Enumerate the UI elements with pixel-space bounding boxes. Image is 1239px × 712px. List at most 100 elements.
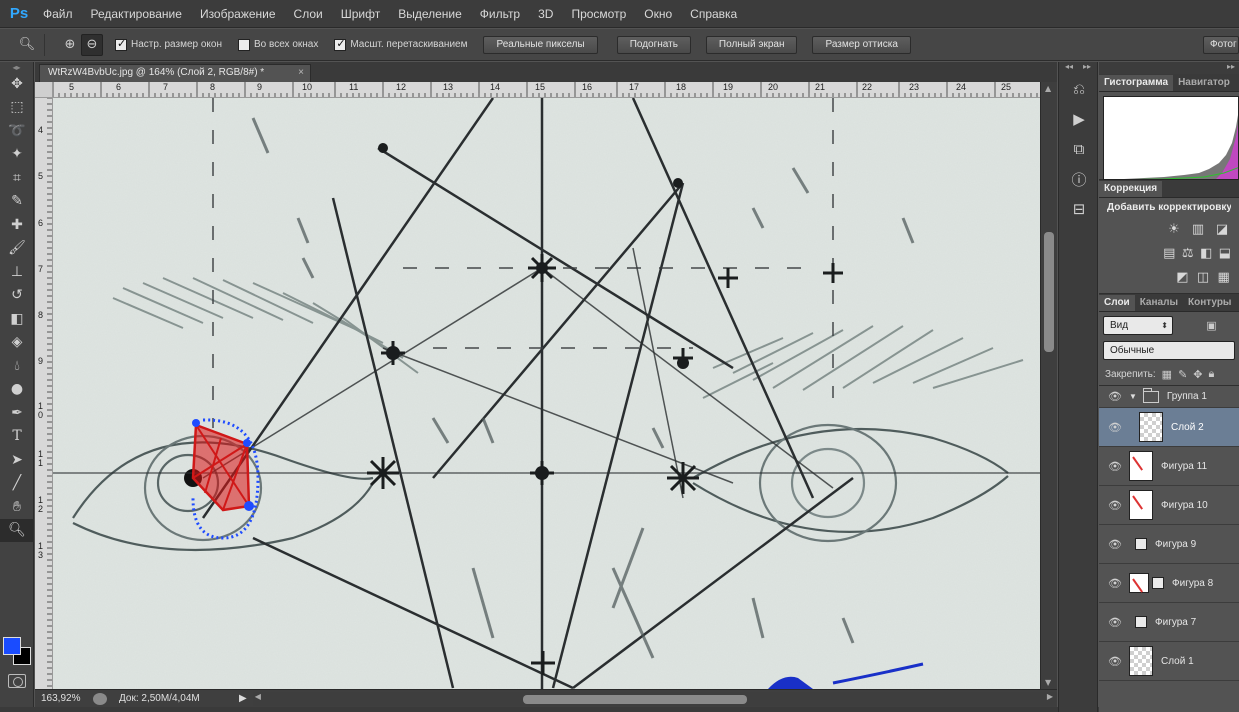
layer-row[interactable]: 👁︎ ▼ Группа 1 xyxy=(1099,386,1239,408)
menu-file[interactable]: Файл xyxy=(34,0,82,28)
history-panel-icon[interactable]: ⎌ xyxy=(1059,74,1099,104)
zoom-tool-preset-icon[interactable]: 🔍︎ xyxy=(16,34,38,56)
eye-icon[interactable]: 👁︎ xyxy=(1105,577,1125,590)
tab-layers[interactable]: Слои xyxy=(1099,295,1135,311)
chevron-down-icon[interactable]: ▼ xyxy=(1129,392,1137,401)
eye-icon[interactable]: 👁︎ xyxy=(1105,655,1125,668)
scroll-right-icon[interactable]: ▶ xyxy=(1047,692,1053,701)
scroll-down-icon[interactable]: ▼ xyxy=(1045,678,1051,687)
layer-row[interactable]: 👁︎ Фигура 10 xyxy=(1099,486,1239,525)
quick-mask-icon[interactable] xyxy=(8,674,26,688)
history-brush-tool-icon[interactable]: ↺ xyxy=(0,284,34,308)
type-tool-icon[interactable]: T xyxy=(0,425,34,449)
lock-position-icon[interactable]: ✥ xyxy=(1193,368,1202,381)
vertical-scroll-thumb[interactable] xyxy=(1044,232,1054,352)
vertical-ruler[interactable]: 4 5 6 7 8 9 10 11 12 13 xyxy=(35,98,53,689)
resize-windows-checkbox[interactable]: Настр. размер окон xyxy=(115,37,222,51)
photo-filter-icon[interactable]: ⬓ xyxy=(1219,245,1232,261)
all-windows-checkbox[interactable]: Во всех окнах xyxy=(238,38,318,51)
dodge-tool-icon[interactable]: ● xyxy=(0,378,34,402)
actual-pixels-button[interactable]: Реальные пикселы xyxy=(483,35,598,54)
line-tool-icon[interactable]: ╱ xyxy=(0,472,34,496)
panel-grip-icon[interactable]: ◂▸ xyxy=(0,62,33,72)
menu-help[interactable]: Справка xyxy=(681,0,746,28)
panels-collapse-icon[interactable]: ▸▸ xyxy=(1099,62,1239,74)
lock-all-icon[interactable]: 🔒︎ xyxy=(1209,368,1215,381)
zoom-out-icon[interactable]: ⊖ xyxy=(81,33,103,56)
paint-bucket-tool-icon[interactable]: ◈ xyxy=(0,331,34,355)
lock-pixels-icon[interactable]: ✎ xyxy=(1178,368,1187,381)
menu-window[interactable]: Окно xyxy=(635,0,681,28)
tool-presets-panel-icon[interactable]: ⊟ xyxy=(1059,194,1099,224)
eraser-tool-icon[interactable]: ◧ xyxy=(0,307,34,331)
fill-screen-button[interactable]: Полный экран xyxy=(705,35,798,54)
eye-icon[interactable]: 👁︎ xyxy=(1105,538,1125,551)
eye-icon[interactable]: 👁︎ xyxy=(1105,460,1125,473)
menu-edit[interactable]: Редактирование xyxy=(82,0,191,28)
brightness-contrast-icon[interactable]: ☀ xyxy=(1165,221,1183,237)
vertical-scrollbar[interactable]: ▲ ▼ xyxy=(1040,82,1057,689)
invert-icon[interactable]: ◩ xyxy=(1175,269,1190,285)
crop-tool-icon[interactable]: ⌗ xyxy=(0,166,34,190)
healing-brush-tool-icon[interactable]: ✚ xyxy=(0,213,34,237)
eyedropper-tool-icon[interactable]: ✎ xyxy=(0,190,34,214)
tab-histogram[interactable]: Гистограмма xyxy=(1099,75,1174,91)
ruler-origin[interactable] xyxy=(35,82,53,98)
status-info-icon[interactable] xyxy=(93,692,107,705)
posterize-icon[interactable]: ◫ xyxy=(1196,269,1211,285)
tab-navigator[interactable]: Навигатор xyxy=(1173,75,1235,91)
lock-transparency-icon[interactable]: ▦ xyxy=(1162,368,1172,381)
eye-icon[interactable]: 👁︎ xyxy=(1105,499,1125,512)
menu-filter[interactable]: Фильтр xyxy=(471,0,529,28)
dock-collapse-icon[interactable]: ◂◂ ▸▸ xyxy=(1059,62,1097,74)
zoom-in-icon[interactable]: ⊕ xyxy=(59,34,81,56)
brush-tool-icon[interactable]: 🖌︎ xyxy=(0,237,34,261)
document-canvas[interactable] xyxy=(53,98,1040,689)
3d-panel-icon[interactable]: ⧉ xyxy=(1059,134,1099,164)
blur-tool-icon[interactable]: 💧︎ xyxy=(0,354,34,378)
levels-icon[interactable]: ▥ xyxy=(1189,221,1207,237)
eye-icon[interactable]: 👁︎ xyxy=(1105,616,1125,629)
status-menu-arrow-icon[interactable]: ▶ xyxy=(239,693,247,704)
tab-channels[interactable]: Каналы xyxy=(1135,295,1183,311)
scrubby-zoom-checkbox[interactable]: Масшт. перетаскиванием xyxy=(334,37,467,51)
photo-workspace-button[interactable]: Фотог xyxy=(1203,36,1239,54)
layer-row[interactable]: 👁︎ Фигура 8 xyxy=(1099,564,1239,603)
eye-icon[interactable]: 👁︎ xyxy=(1105,421,1125,434)
layer-row[interactable]: 👁︎ Фигура 11 xyxy=(1099,447,1239,486)
layer-kind-filter[interactable]: Вид ⬍ xyxy=(1103,316,1173,335)
layer-row[interactable]: 👁︎ Слой 2 xyxy=(1099,408,1239,447)
tab-adjustments[interactable]: Коррекция xyxy=(1099,181,1163,197)
gradient-map-icon[interactable]: ▦ xyxy=(1216,269,1231,285)
zoom-level-field[interactable]: 163,92% xyxy=(35,693,87,704)
marquee-tool-icon[interactable]: ⬚ xyxy=(0,96,34,120)
layer-row[interactable]: 👁︎ Фигура 9 xyxy=(1099,525,1239,564)
menu-layers[interactable]: Слои xyxy=(285,0,332,28)
menu-view[interactable]: Просмотр xyxy=(562,0,635,28)
magic-wand-tool-icon[interactable]: ✦ xyxy=(0,143,34,167)
close-icon[interactable]: × xyxy=(298,65,304,81)
blend-mode-select[interactable]: Обычные xyxy=(1103,341,1235,360)
clone-stamp-tool-icon[interactable]: ⊥ xyxy=(0,260,34,284)
horizontal-scroll-thumb[interactable] xyxy=(522,694,747,704)
eye-icon[interactable]: 👁︎ xyxy=(1105,390,1125,403)
menu-3d[interactable]: 3D xyxy=(529,0,562,28)
menu-type[interactable]: Шрифт xyxy=(332,0,389,28)
foreground-color-swatch[interactable] xyxy=(3,637,21,655)
horizontal-scrollbar[interactable]: ◀ ▶ xyxy=(252,691,1057,706)
color-balance-icon[interactable]: ⚖ xyxy=(1182,245,1195,261)
layer-row[interactable]: 👁︎ Слой 1 xyxy=(1099,642,1239,681)
menu-select[interactable]: Выделение xyxy=(389,0,471,28)
scroll-up-icon[interactable]: ▲ xyxy=(1045,84,1051,93)
print-size-button[interactable]: Размер оттиска xyxy=(812,35,911,54)
image-filter-icon[interactable]: ▣ xyxy=(1206,319,1216,332)
menu-image[interactable]: Изображение xyxy=(191,0,285,28)
pen-tool-icon[interactable]: ✒ xyxy=(0,401,34,425)
zoom-tool-icon[interactable]: 🔍︎ xyxy=(0,518,34,542)
tab-paths[interactable]: Контуры xyxy=(1183,295,1236,311)
hue-saturation-icon[interactable]: ▤ xyxy=(1163,245,1176,261)
horizontal-ruler[interactable]: 5 6 7 8 9 10 11 12 13 14 15 16 17 18 19 … xyxy=(53,82,1040,98)
lasso-tool-icon[interactable]: ➰ xyxy=(0,119,34,143)
path-selection-tool-icon[interactable]: ➤ xyxy=(0,448,34,472)
actions-panel-icon[interactable]: ▶ xyxy=(1059,104,1099,134)
